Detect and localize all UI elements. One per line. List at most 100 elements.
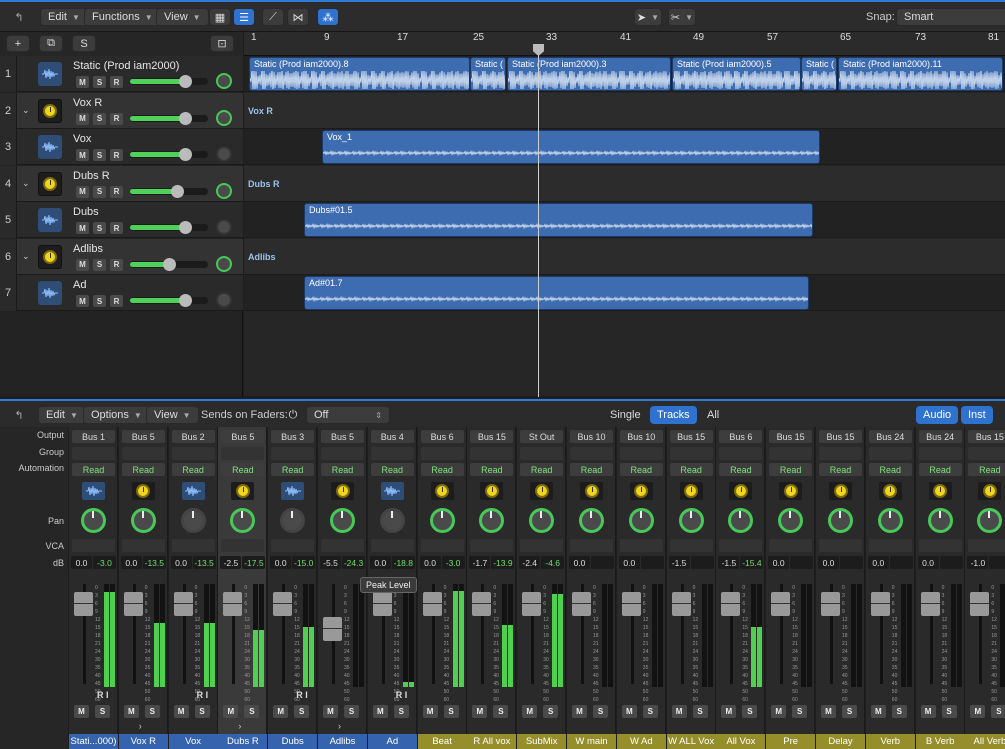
- peak-db[interactable]: [790, 556, 814, 569]
- mute-button[interactable]: M: [821, 705, 836, 718]
- flex-icon[interactable]: ⋈: [287, 8, 309, 26]
- add-track-button[interactable]: +: [6, 35, 30, 52]
- mute-button[interactable]: M: [522, 705, 538, 718]
- automation-mode[interactable]: Read: [420, 463, 464, 476]
- solo-button[interactable]: S: [991, 705, 1005, 718]
- solo-button[interactable]: S: [93, 76, 106, 88]
- vca-slot[interactable]: [420, 539, 464, 552]
- volume-fader[interactable]: [323, 617, 342, 641]
- track-lane[interactable]: [244, 92, 1005, 129]
- view-menu[interactable]: View ▼: [156, 8, 209, 26]
- track-header[interactable]: 3 Vox M S R: [0, 129, 243, 165]
- volume-thumb[interactable]: [179, 294, 192, 307]
- peak-db[interactable]: [640, 556, 664, 569]
- solo-button[interactable]: S: [93, 258, 106, 271]
- library-icon[interactable]: ⊡: [210, 35, 234, 52]
- strip-name[interactable]: All Verb: [965, 734, 1005, 749]
- marquee-tool[interactable]: ✂ ▼: [668, 8, 696, 26]
- solo-button[interactable]: S: [842, 705, 857, 718]
- vca-slot[interactable]: [619, 539, 663, 552]
- volume-fader[interactable]: [572, 592, 591, 616]
- audio-region[interactable]: Static (: [470, 57, 506, 91]
- solo-button[interactable]: S: [792, 705, 808, 718]
- volume-fader[interactable]: [522, 592, 542, 616]
- pan-knob[interactable]: [216, 255, 232, 272]
- automation-mode[interactable]: Read: [72, 463, 115, 476]
- peak-db[interactable]: [840, 556, 863, 569]
- volume-db[interactable]: 0.0: [818, 556, 839, 569]
- disclosure-chevron-icon[interactable]: ⌄: [22, 178, 30, 189]
- sends-select[interactable]: Off ⇕: [306, 406, 390, 424]
- strip-name[interactable]: Verb: [865, 734, 915, 749]
- disclosure-chevron-icon[interactable]: ⌄: [22, 105, 30, 116]
- mute-button[interactable]: M: [76, 295, 89, 307]
- track-name[interactable]: Dubs: [73, 206, 99, 218]
- pointer-tool[interactable]: ➤ ▼: [634, 8, 662, 26]
- summing-track-icon[interactable]: [829, 482, 852, 500]
- pan-knob[interactable]: [678, 508, 704, 533]
- mixer-edit-menu[interactable]: Edit ▼: [38, 406, 86, 424]
- audio-region[interactable]: Static (Prod iam2000).8: [249, 57, 470, 91]
- volume-db[interactable]: -1.0: [967, 556, 989, 569]
- output-slot[interactable]: Bus 6: [420, 430, 464, 443]
- group-slot[interactable]: [769, 447, 813, 460]
- track-lane[interactable]: [244, 238, 1005, 275]
- volume-db[interactable]: -1.5: [668, 556, 690, 569]
- volume-fader[interactable]: [273, 592, 293, 616]
- strip-name[interactable]: Beat: [417, 734, 467, 749]
- pan-knob[interactable]: [216, 292, 232, 308]
- output-slot[interactable]: Bus 2: [171, 430, 215, 443]
- strip-name[interactable]: B Verb: [915, 734, 965, 749]
- strip-name[interactable]: Dubs R: [218, 734, 268, 749]
- group-slot[interactable]: [719, 447, 763, 460]
- vca-slot[interactable]: [769, 539, 813, 552]
- mute-button[interactable]: M: [472, 705, 488, 718]
- automation-mode[interactable]: Read: [470, 463, 514, 476]
- volume-fader[interactable]: [123, 592, 143, 616]
- track-name[interactable]: Vox R: [73, 97, 102, 109]
- mute-button[interactable]: M: [721, 705, 737, 718]
- group-slot[interactable]: [470, 447, 514, 460]
- pan-knob[interactable]: [429, 508, 455, 533]
- solo-button[interactable]: S: [194, 705, 210, 718]
- pan-knob[interactable]: [977, 508, 1003, 533]
- output-slot[interactable]: Bus 10: [570, 430, 613, 443]
- volume-slider[interactable]: [130, 148, 208, 161]
- solo-button[interactable]: S: [891, 705, 907, 718]
- volume-fader[interactable]: [621, 592, 641, 616]
- vca-slot[interactable]: [968, 539, 1005, 552]
- summing-track-icon[interactable]: [131, 482, 155, 500]
- playhead[interactable]: [538, 44, 539, 397]
- track-header[interactable]: 1 Static (Prod iam2000) M S R: [0, 56, 243, 92]
- peak-db[interactable]: -17.5: [242, 556, 266, 569]
- audio-region[interactable]: Static (Prod iam2000).5: [672, 57, 801, 91]
- output-slot[interactable]: Bus 4: [370, 430, 414, 443]
- volume-db[interactable]: 0.0: [71, 556, 92, 569]
- pan-knob[interactable]: [216, 73, 232, 89]
- volume-fader[interactable]: [771, 592, 791, 616]
- volume-fader[interactable]: [821, 592, 840, 616]
- vca-slot[interactable]: [121, 539, 165, 552]
- vca-slot[interactable]: [570, 539, 613, 552]
- automation-mode[interactable]: Read: [769, 463, 813, 476]
- automation-mode[interactable]: Read: [669, 463, 713, 476]
- mute-button[interactable]: M: [76, 76, 89, 88]
- catch-icon[interactable]: ⁂: [317, 8, 339, 26]
- volume-db[interactable]: 0.0: [120, 556, 142, 569]
- volume-db[interactable]: 0.0: [768, 556, 790, 569]
- output-slot[interactable]: Bus 15: [470, 430, 514, 443]
- list-view-icon[interactable]: ☰: [233, 8, 255, 26]
- group-slot[interactable]: [918, 447, 962, 460]
- strip-name[interactable]: Ad: [367, 734, 417, 749]
- volume-slider[interactable]: [130, 294, 208, 307]
- group-slot[interactable]: [968, 447, 1005, 460]
- volume-db[interactable]: 0.0: [569, 556, 590, 569]
- mute-button[interactable]: M: [572, 705, 587, 718]
- mixer-back-icon[interactable]: ↰: [8, 406, 30, 424]
- output-slot[interactable]: Bus 6: [719, 430, 763, 443]
- group-slot[interactable]: [171, 447, 215, 460]
- track-name[interactable]: Static (Prod iam2000): [73, 60, 179, 72]
- volume-db[interactable]: 0.0: [419, 556, 441, 569]
- volume-slider[interactable]: [130, 221, 208, 234]
- vca-slot[interactable]: [520, 539, 564, 552]
